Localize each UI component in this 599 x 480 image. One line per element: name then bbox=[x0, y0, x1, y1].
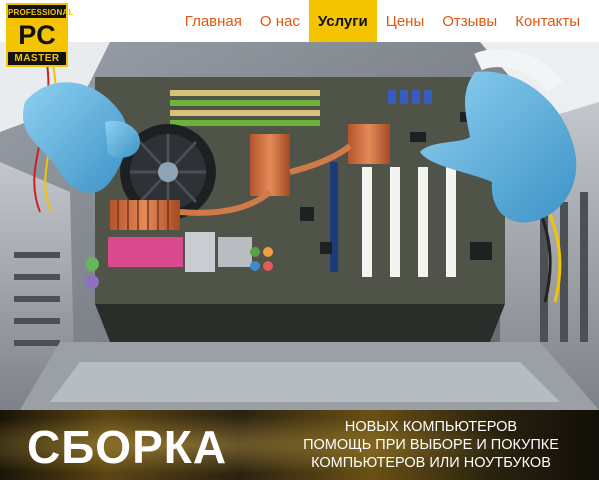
page: PROFESSIONAL PC MASTER Главная О нас Усл… bbox=[0, 0, 599, 480]
logo-middle-text: PC bbox=[8, 18, 66, 52]
banner-subtitle: НОВЫХ КОМПЬЮТЕРОВ ПОМОЩЬ ПРИ ВЫБОРЕ И ПО… bbox=[281, 418, 581, 472]
banner-line: НОВЫХ КОМПЬЮТЕРОВ bbox=[344, 419, 518, 435]
motherboard-assembly-illustration bbox=[0, 42, 599, 410]
nav-item-about[interactable]: О нас bbox=[251, 0, 309, 42]
nav-item-services[interactable]: Услуги bbox=[308, 0, 377, 42]
pc-master-logo[interactable]: PROFESSIONAL PC MASTER bbox=[6, 3, 74, 67]
nav-item-reviews[interactable]: Отзывы bbox=[433, 0, 506, 42]
banner-line: КОМПЬЮТЕРОВ ИЛИ НОУТБУКОВ bbox=[311, 455, 551, 471]
banner-line: ПОМОЩЬ ПРИ ВЫБОРЕ И ПОКУПКЕ bbox=[303, 437, 559, 453]
hero-image bbox=[0, 42, 599, 410]
nav-item-contacts[interactable]: Контакты bbox=[506, 0, 589, 42]
main-nav: Главная О нас Услуги Цены Отзывы Контакт… bbox=[176, 0, 589, 42]
logo-top-text: PROFESSIONAL bbox=[8, 8, 74, 17]
service-banner: СБОРКА НОВЫХ КОМПЬЮТЕРОВ ПОМОЩЬ ПРИ ВЫБО… bbox=[0, 410, 599, 480]
banner-title: СБОРКА bbox=[27, 421, 228, 473]
logo-bottom-text: MASTER bbox=[14, 53, 60, 64]
nav-item-home[interactable]: Главная bbox=[176, 0, 251, 42]
header: PROFESSIONAL PC MASTER Главная О нас Усл… bbox=[0, 0, 599, 67]
nav-item-prices[interactable]: Цены bbox=[377, 0, 434, 42]
